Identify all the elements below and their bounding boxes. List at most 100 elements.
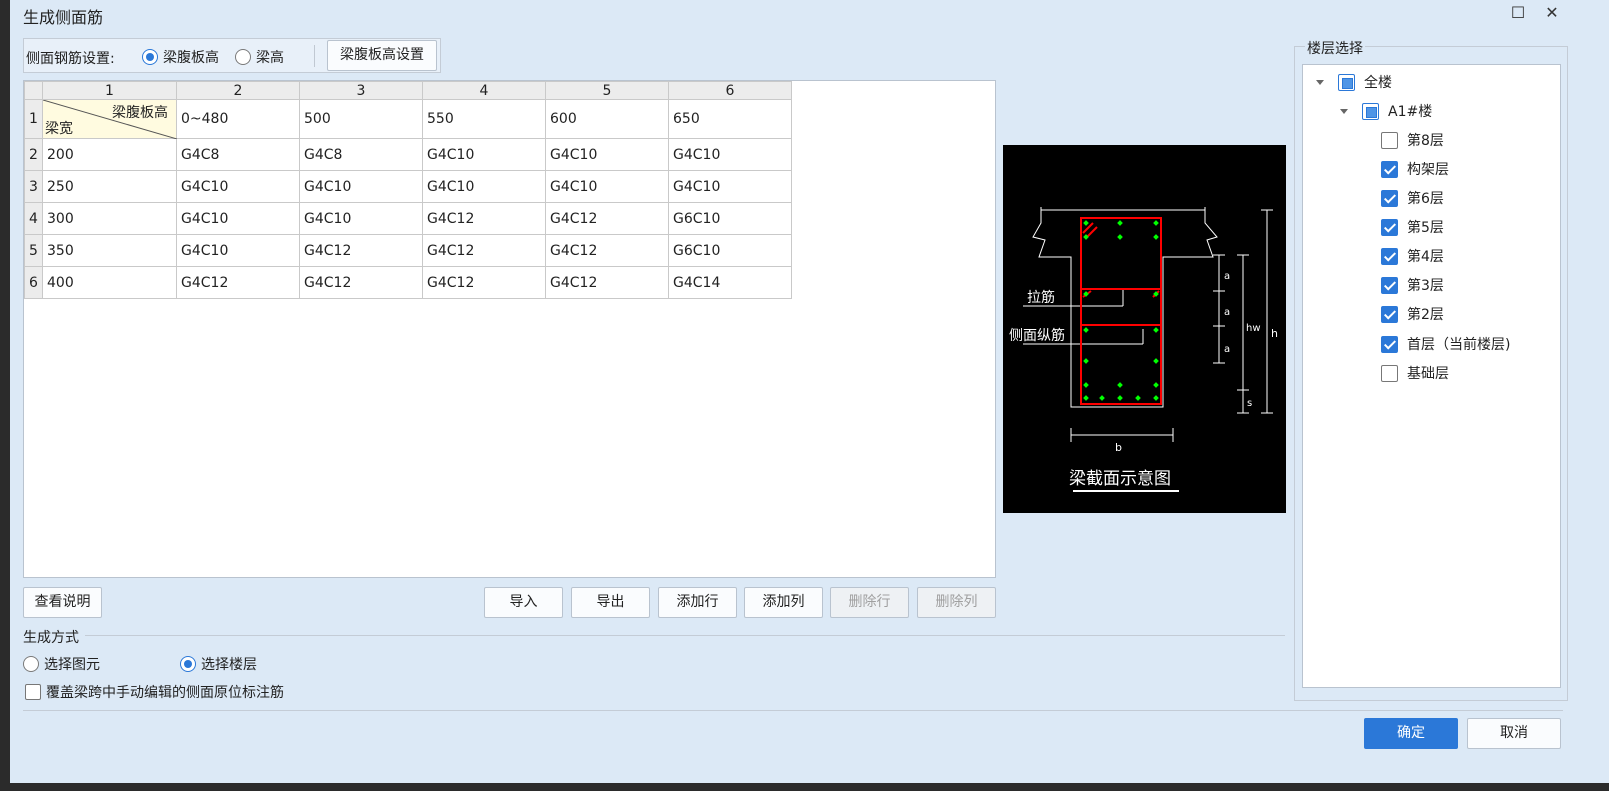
row-header[interactable]: 1: [24, 99, 43, 139]
table-cell[interactable]: 350: [42, 234, 177, 267]
close-icon[interactable]: ✕: [1541, 2, 1563, 24]
floor-item[interactable]: 构架层: [1381, 159, 1449, 179]
table-cell[interactable]: G6C10: [668, 202, 792, 235]
table-cell[interactable]: 0~480: [176, 99, 300, 139]
chevron-down-icon[interactable]: [1316, 79, 1324, 85]
table-cell[interactable]: G4C10: [176, 234, 300, 267]
checkbox-checked[interactable]: [1381, 160, 1398, 178]
radio-dot-selected[interactable]: [142, 49, 158, 65]
table-cell[interactable]: G4C8: [176, 138, 300, 171]
radio-select-floor[interactable]: 选择楼层: [180, 654, 257, 674]
table-cell[interactable]: G4C12: [545, 234, 669, 267]
checkbox[interactable]: [1381, 364, 1398, 382]
table-cell[interactable]: G4C12: [545, 266, 669, 299]
radio-dot[interactable]: [23, 656, 39, 672]
row-header[interactable]: 3: [24, 170, 43, 203]
export-button[interactable]: 导出: [571, 587, 650, 618]
delete-row-button[interactable]: 删除行: [830, 587, 909, 618]
floor-item-label: 第8层: [1407, 133, 1444, 149]
override-checkbox[interactable]: 覆盖梁跨中手动编辑的侧面原位标注筋: [25, 682, 284, 702]
checkbox-partial[interactable]: [1362, 102, 1379, 120]
checkbox-checked[interactable]: [1381, 247, 1398, 265]
floor-item[interactable]: 第8层: [1381, 130, 1444, 150]
col-header[interactable]: 5: [545, 81, 669, 100]
table-cell[interactable]: G4C12: [299, 234, 423, 267]
view-help-button[interactable]: 查看说明: [23, 587, 102, 618]
checkbox-checked[interactable]: [1381, 335, 1398, 353]
floor-item[interactable]: 首层（当前楼层): [1381, 334, 1510, 354]
add-row-button[interactable]: 添加行: [658, 587, 737, 618]
table-cell[interactable]: G6C10: [668, 234, 792, 267]
table-cell[interactable]: G4C12: [545, 202, 669, 235]
col-header[interactable]: 4: [422, 81, 546, 100]
table-cell[interactable]: 200: [42, 138, 177, 171]
col-header[interactable]: 3: [299, 81, 423, 100]
table-cell[interactable]: 550: [422, 99, 546, 139]
maximize-icon[interactable]: ☐: [1507, 2, 1529, 24]
table-cell[interactable]: G4C8: [299, 138, 423, 171]
checkbox[interactable]: [1381, 131, 1398, 149]
checkbox-checked[interactable]: [1381, 218, 1398, 236]
table-cell[interactable]: G4C10: [668, 170, 792, 203]
ok-button[interactable]: 确定: [1364, 718, 1458, 749]
table-cell[interactable]: G4C10: [668, 138, 792, 171]
table-cell[interactable]: G4C10: [422, 138, 546, 171]
floor-item[interactable]: 第5层: [1381, 217, 1444, 237]
tree-node-root[interactable]: 全楼: [1316, 72, 1392, 92]
tree-node-building[interactable]: A1#楼: [1340, 101, 1432, 121]
radio-web-height[interactable]: 梁腹板高: [142, 47, 219, 67]
col-header[interactable]: 6: [668, 81, 792, 100]
radio-select-element-label: 选择图元: [44, 657, 100, 673]
cancel-button[interactable]: 取消: [1467, 718, 1561, 749]
table-cell[interactable]: G4C10: [299, 170, 423, 203]
row-header[interactable]: 2: [24, 138, 43, 171]
add-column-button[interactable]: 添加列: [744, 587, 823, 618]
table-cell[interactable]: 250: [42, 170, 177, 203]
table-cell[interactable]: G4C10: [176, 202, 300, 235]
table-cell[interactable]: 650: [668, 99, 792, 139]
checkbox[interactable]: [25, 684, 41, 700]
floor-item[interactable]: 第2层: [1381, 304, 1444, 324]
checkbox-checked[interactable]: [1381, 305, 1398, 323]
floor-item[interactable]: 基础层: [1381, 363, 1449, 383]
table-cell[interactable]: G4C12: [176, 266, 300, 299]
table-row: 6 400 G4C12 G4C12 G4C12 G4C12 G4C14: [24, 266, 792, 299]
radio-select-element[interactable]: 选择图元: [23, 654, 100, 674]
delete-column-button[interactable]: 删除列: [917, 587, 996, 618]
radio-dot[interactable]: [235, 49, 251, 65]
floor-item-label: 第6层: [1407, 191, 1444, 207]
checkbox-checked[interactable]: [1381, 189, 1398, 207]
table-cell[interactable]: 400: [42, 266, 177, 299]
floor-item[interactable]: 第4层: [1381, 246, 1444, 266]
table-cell[interactable]: G4C10: [422, 170, 546, 203]
table-row: 4 300 G4C10 G4C10 G4C12 G4C12 G6C10: [24, 202, 792, 235]
table-cell[interactable]: 500: [299, 99, 423, 139]
table-cell[interactable]: G4C10: [299, 202, 423, 235]
table-cell[interactable]: G4C12: [422, 234, 546, 267]
table-cell[interactable]: G4C12: [422, 202, 546, 235]
col-header[interactable]: 2: [176, 81, 300, 100]
floor-item[interactable]: 第3层: [1381, 275, 1444, 295]
chevron-down-icon[interactable]: [1340, 108, 1348, 114]
row-header[interactable]: 4: [24, 202, 43, 235]
row-header[interactable]: 6: [24, 266, 43, 299]
table-cell[interactable]: G4C12: [299, 266, 423, 299]
floor-tree: 全楼 A1#楼 第8层 构架层 第6层 第5层 第4层 第3层 第2层 首层（当…: [1302, 64, 1561, 688]
import-button[interactable]: 导入: [484, 587, 563, 618]
table-cell[interactable]: G4C10: [176, 170, 300, 203]
radio-dot-selected[interactable]: [180, 656, 196, 672]
radio-beam-height[interactable]: 梁高: [235, 47, 284, 67]
col-header[interactable]: 1: [42, 81, 177, 100]
table-cell[interactable]: G4C14: [668, 266, 792, 299]
table-cell[interactable]: 300: [42, 202, 177, 235]
floor-item[interactable]: 第6层: [1381, 188, 1444, 208]
checkbox-checked[interactable]: [1381, 276, 1398, 294]
row-header[interactable]: 5: [24, 234, 43, 267]
table-cell[interactable]: G4C12: [422, 266, 546, 299]
rebar-table-area: 1 2 3 4 5 6 1 梁腹板高 梁宽 0~480 500 550 600 …: [23, 80, 996, 578]
web-height-settings-button[interactable]: 梁腹板高设置: [327, 40, 437, 71]
checkbox-partial[interactable]: [1338, 73, 1355, 91]
table-cell[interactable]: 600: [545, 99, 669, 139]
table-cell[interactable]: G4C10: [545, 138, 669, 171]
table-cell[interactable]: G4C10: [545, 170, 669, 203]
